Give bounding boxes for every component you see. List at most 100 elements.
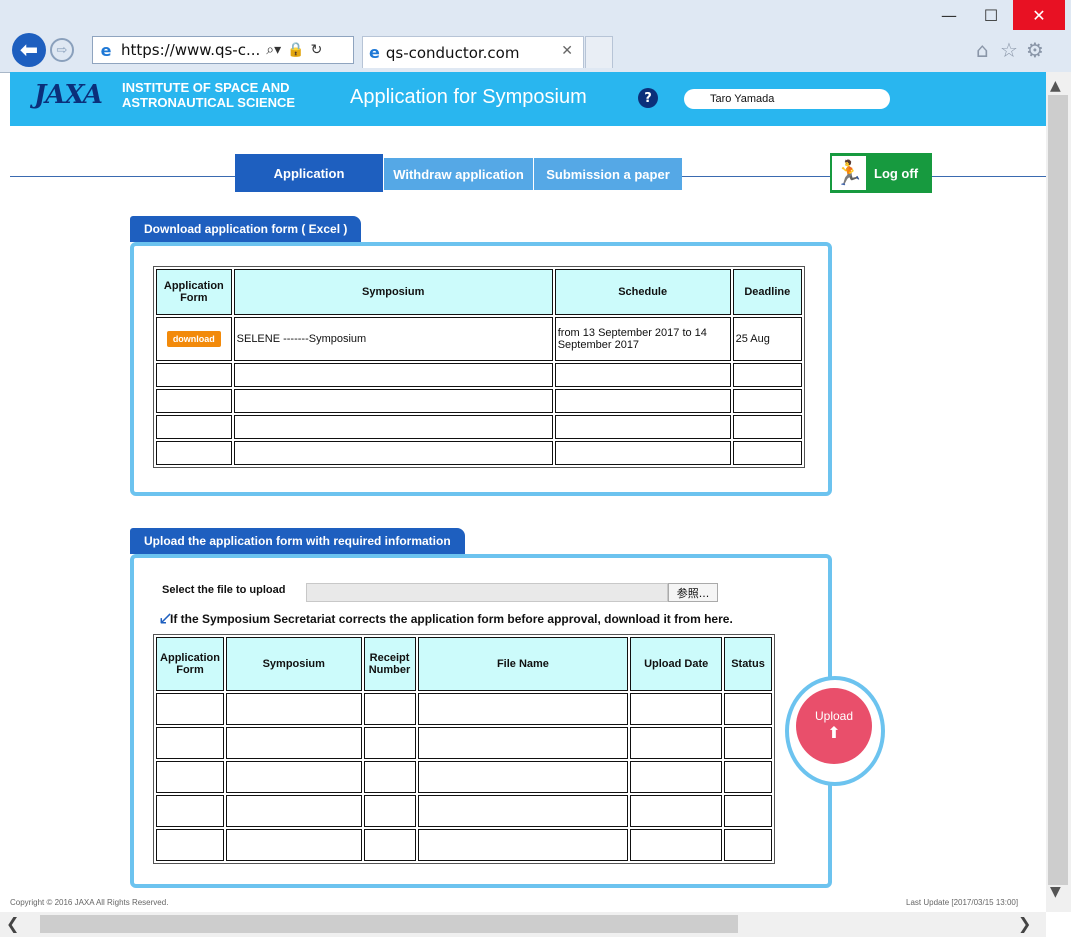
forward-button[interactable]: ⇨ [50, 38, 74, 62]
table-cell [225, 795, 362, 827]
jaxa-logo: JAXA [34, 80, 103, 110]
table-cell [630, 795, 723, 827]
column-header: Schedule [554, 269, 731, 315]
table-cell [630, 693, 723, 725]
page-viewport: JAXA INSTITUTE OF SPACE AND ASTRONAUTICA… [10, 72, 1046, 912]
back-button[interactable]: ⬅ [12, 33, 46, 67]
minimize-button[interactable]: — [928, 0, 970, 30]
column-header: Receipt Number [363, 637, 416, 691]
nav-divider [10, 176, 235, 177]
table-row [156, 389, 802, 413]
page-title: Application for Symposium [350, 86, 587, 108]
tab-application[interactable]: Application [235, 154, 383, 192]
table-cell [156, 389, 232, 413]
address-bar[interactable]: e https://www.qs-c... ⌕▾ 🔒 ↻ [92, 36, 354, 64]
gear-icon[interactable]: ⚙ [1026, 38, 1044, 62]
deadline-cell: 25 Aug [732, 317, 802, 361]
table-row [156, 415, 802, 439]
table-cell [724, 727, 772, 759]
table-cell [156, 727, 224, 759]
nav-divider [932, 176, 1046, 177]
table-row: download SELENE -------Symposium from 13… [156, 317, 802, 361]
scroll-down-icon[interactable]: ▼ [1050, 884, 1061, 900]
column-header: Application Form [156, 269, 232, 315]
table-cell [156, 363, 232, 387]
lock-icon: 🔒 [287, 42, 305, 58]
tab-withdraw-application[interactable]: Withdraw application [384, 158, 533, 190]
table-cell [225, 829, 362, 861]
address-text: https://www.qs-c... [121, 41, 261, 59]
new-tab-button[interactable] [585, 36, 613, 68]
upload-section-label: Upload the application form with require… [130, 528, 465, 554]
institute-line1: INSTITUTE OF SPACE AND [122, 80, 290, 95]
up-arrow-icon: ⬆ [827, 725, 841, 742]
table-row [156, 795, 772, 827]
table-row [156, 761, 772, 793]
nav-divider [682, 176, 830, 177]
home-icon[interactable]: ⌂ [976, 38, 989, 62]
table-cell [156, 795, 224, 827]
table-cell [554, 441, 731, 465]
scroll-left-icon[interactable]: ❮ [6, 914, 19, 933]
table-cell [724, 795, 772, 827]
table-cell [156, 441, 232, 465]
ie-icon: e [100, 40, 112, 60]
table-cell [554, 363, 731, 387]
maximize-button[interactable]: ☐ [970, 0, 1012, 30]
download-button[interactable]: download [166, 331, 221, 347]
scroll-up-icon[interactable]: ▲ [1050, 78, 1061, 94]
vertical-scroll-thumb[interactable] [1048, 95, 1068, 885]
logoff-button[interactable]: 🏃 Log off [830, 153, 932, 193]
table-cell [233, 363, 553, 387]
table-cell [732, 415, 802, 439]
table-cell [156, 761, 224, 793]
table-cell [233, 415, 553, 439]
table-cell [732, 389, 802, 413]
upload-button[interactable]: Upload ⬆ [796, 688, 872, 764]
table-cell [363, 829, 416, 861]
column-header: Symposium [225, 637, 362, 691]
upload-table: Application Form Symposium Receipt Numbe… [153, 634, 775, 864]
table-cell [363, 795, 416, 827]
search-icon[interactable]: ⌕▾ [266, 42, 281, 58]
star-icon[interactable]: ☆ [1000, 38, 1018, 62]
schedule-cell: from 13 September 2017 to 14 September 2… [554, 317, 731, 361]
table-cell [233, 441, 553, 465]
browse-button[interactable]: 参照... [668, 583, 718, 602]
last-update-text: Last Update [2017/03/15 13:00] [906, 898, 1019, 907]
help-icon[interactable]: ? [638, 88, 658, 108]
table-cell [630, 761, 723, 793]
table-cell [630, 727, 723, 759]
table-cell [724, 761, 772, 793]
table-cell [417, 795, 629, 827]
tab-title: qs-conductor.com [385, 43, 520, 62]
table-cell [554, 389, 731, 413]
institute-line2: ASTRONAUTICAL SCIENCE [122, 95, 296, 110]
tab-close-icon[interactable]: ✕ [561, 43, 573, 59]
column-header: Upload Date [630, 637, 723, 691]
ie-icon: e [369, 43, 380, 62]
table-cell [156, 415, 232, 439]
browser-tab[interactable]: e qs-conductor.com ✕ [362, 36, 584, 68]
table-cell [225, 693, 362, 725]
tab-submission-paper[interactable]: Submission a paper [534, 158, 682, 190]
download-table: Application Form Symposium Schedule Dead… [153, 266, 805, 468]
table-cell [363, 727, 416, 759]
table-cell [363, 761, 416, 793]
column-header: Status [724, 637, 772, 691]
scroll-right-icon[interactable]: ❯ [1018, 914, 1031, 933]
table-cell [417, 727, 629, 759]
table-cell [417, 761, 629, 793]
refresh-icon[interactable]: ↻ [311, 42, 323, 58]
column-header: Deadline [732, 269, 802, 315]
file-path-input[interactable] [306, 583, 668, 602]
download-section-label: Download application form ( Excel ) [130, 216, 362, 242]
close-button[interactable]: ✕ [1013, 0, 1065, 30]
correction-note-link[interactable]: If the Symposium Secretariat corrects th… [170, 612, 733, 626]
table-cell [630, 829, 723, 861]
horizontal-scroll-thumb[interactable] [40, 915, 738, 933]
table-cell [724, 829, 772, 861]
table-row [156, 441, 802, 465]
table-cell [732, 363, 802, 387]
table-cell [363, 693, 416, 725]
